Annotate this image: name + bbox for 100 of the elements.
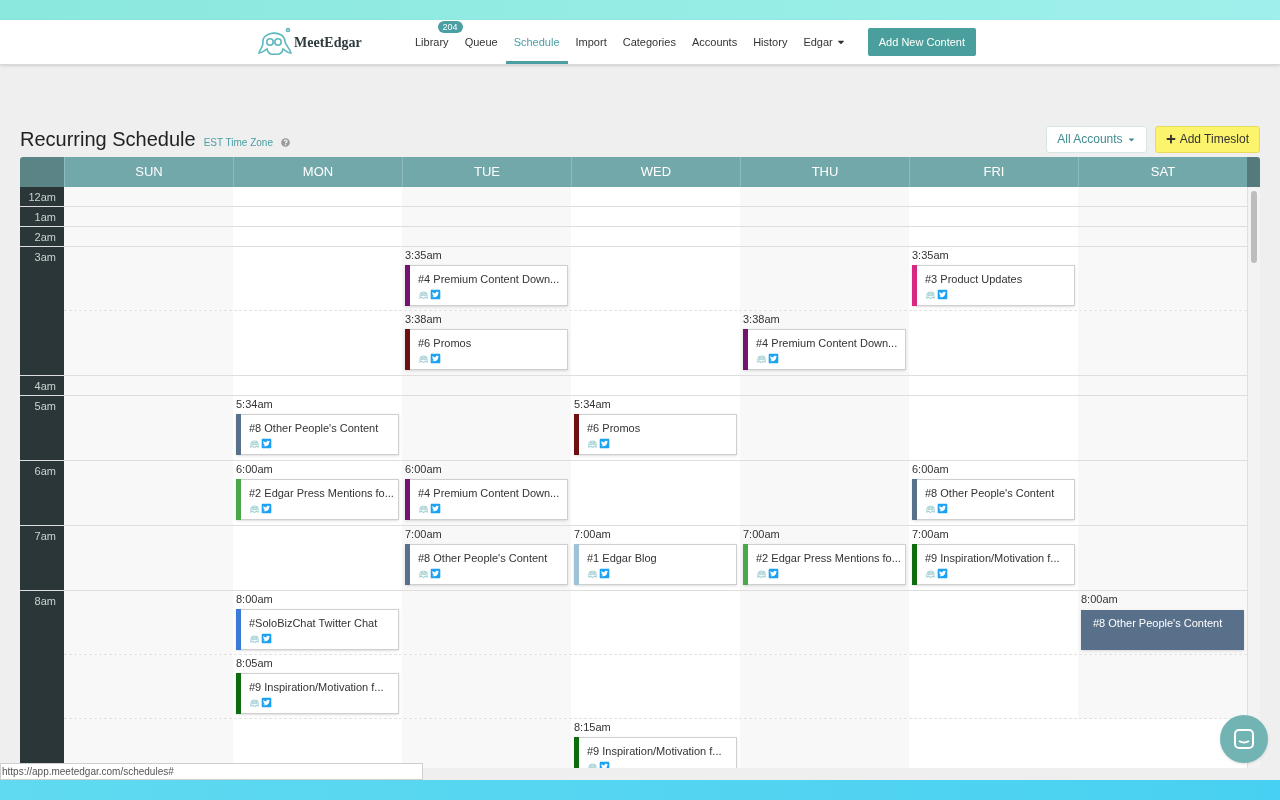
time-slot-cell[interactable] xyxy=(64,526,233,590)
time-slot-cell[interactable] xyxy=(740,719,909,768)
post-time: 6:00am xyxy=(235,462,274,476)
post-card[interactable]: #3 Product Updates xyxy=(912,265,1075,306)
time-slot-cell[interactable] xyxy=(740,655,909,718)
post-card[interactable]: #6 Promos xyxy=(405,329,568,370)
time-slot-cell[interactable] xyxy=(64,247,233,310)
twitter-icon xyxy=(768,568,779,579)
post-title: #4 Premium Content Down... xyxy=(418,272,561,286)
time-slot-cell[interactable]: 7:00am #8 Other People's Content xyxy=(402,526,571,590)
hour-label: 12am xyxy=(20,187,64,206)
time-slot-cell[interactable]: 3:35am #4 Premium Content Down... xyxy=(402,247,571,310)
time-slot-cell[interactable] xyxy=(1078,311,1247,375)
nav-link[interactable]: Import xyxy=(575,35,607,49)
post-time: 7:00am xyxy=(911,527,950,541)
account-menu[interactable]: Edgar xyxy=(803,35,846,49)
time-slot-cell[interactable] xyxy=(64,376,233,395)
nav-link[interactable]: History xyxy=(753,35,788,49)
time-slot-cell[interactable] xyxy=(402,207,571,226)
time-slot-cell[interactable] xyxy=(402,376,571,395)
time-slot-cell[interactable] xyxy=(1078,655,1247,718)
time-slot-cell[interactable] xyxy=(740,396,909,460)
time-slot-cell[interactable] xyxy=(402,227,571,246)
post-card[interactable]: #9 Inspiration/Motivation f... xyxy=(574,737,737,768)
post-card[interactable]: #8 Other People's Content xyxy=(236,414,399,455)
nav-link[interactable]: Queue xyxy=(464,35,498,49)
post-card[interactable]: #4 Premium Content Down... xyxy=(405,265,568,306)
time-slot-cell[interactable] xyxy=(740,376,909,395)
nav-link[interactable]: Accounts xyxy=(691,35,738,49)
post-card[interactable]: #9 Inspiration/Motivation f... xyxy=(912,544,1075,585)
time-slot-cell[interactable] xyxy=(64,655,233,718)
time-slot-cell[interactable] xyxy=(740,461,909,525)
time-slot-cell[interactable] xyxy=(1078,207,1247,226)
octopus-icon xyxy=(418,503,429,514)
twitter-icon xyxy=(430,568,441,579)
count-badge: 204 xyxy=(437,21,463,33)
post-time: 6:00am xyxy=(911,462,950,476)
scrollbar-header xyxy=(1247,157,1260,187)
octopus-icon xyxy=(249,438,260,449)
post-time: 7:00am xyxy=(742,527,781,541)
time-slot-cell[interactable] xyxy=(1078,526,1247,590)
time-slot-cell[interactable] xyxy=(740,187,909,206)
time-slot-cell[interactable] xyxy=(64,591,233,654)
post-card[interactable]: #4 Premium Content Down... xyxy=(405,479,568,520)
time-slot-cell[interactable] xyxy=(1078,227,1247,246)
time-slot-cell[interactable] xyxy=(740,227,909,246)
time-slot-cell[interactable] xyxy=(402,655,571,718)
post-title: #8 Other People's Content xyxy=(418,551,549,565)
time-slot-cell[interactable] xyxy=(64,227,233,246)
time-slot-cell[interactable] xyxy=(402,591,571,654)
time-slot-cell[interactable] xyxy=(1078,376,1247,395)
time-slot-cell[interactable] xyxy=(64,207,233,226)
octopus-icon xyxy=(756,353,767,364)
time-slot-cell[interactable] xyxy=(1078,187,1247,206)
time-slot-cell[interactable] xyxy=(402,396,571,460)
time-slot-cell[interactable] xyxy=(740,247,909,310)
time-slot-cell[interactable]: 8:00am #8 Other People's Content xyxy=(1078,591,1247,654)
accounts-dropdown[interactable]: All Accounts xyxy=(1046,125,1147,153)
time-slot-cell[interactable]: 3:38am #6 Promos xyxy=(402,311,571,375)
post-card[interactable]: #8 Other People's Content xyxy=(405,544,568,585)
day-header: SAT xyxy=(1078,157,1247,187)
post-title: #9 Inspiration/Motivation f... xyxy=(249,680,385,694)
help-icon[interactable] xyxy=(280,137,290,147)
time-slot-cell[interactable] xyxy=(1078,396,1247,460)
time-slot-cell[interactable] xyxy=(740,591,909,654)
post-card[interactable]: #6 Promos xyxy=(574,414,737,455)
twitter-icon xyxy=(937,289,948,300)
time-slot-cell[interactable] xyxy=(64,396,233,460)
post-time: 8:15am xyxy=(573,720,612,734)
time-slot-cell[interactable] xyxy=(1078,461,1247,525)
post-card[interactable]: #2 Edgar Press Mentions fo... xyxy=(236,479,399,520)
nav-link[interactable]: Categories xyxy=(622,35,676,49)
post-card[interactable]: #9 Inspiration/Motivation f... xyxy=(236,673,399,714)
post-time: 7:00am xyxy=(404,527,443,541)
post-card[interactable]: #8 Other People's Content xyxy=(912,479,1075,520)
time-slot-cell[interactable] xyxy=(64,461,233,525)
time-slot-cell[interactable] xyxy=(64,187,233,206)
post-card[interactable]: #4 Premium Content Down... xyxy=(743,329,906,370)
plus-icon xyxy=(1165,134,1176,144)
add-timeslot-button[interactable]: Add Timeslot xyxy=(1154,125,1260,153)
post-card[interactable]: #2 Edgar Press Mentions fo... xyxy=(743,544,906,585)
octopus-icon xyxy=(418,568,429,579)
day-header: SUN xyxy=(64,157,233,187)
time-slot-cell[interactable] xyxy=(402,719,571,768)
time-slot-cell[interactable]: 7:00am #2 Edgar Press Mentions fo... xyxy=(740,526,909,590)
post-card[interactable]: #8 Other People's Content xyxy=(1081,610,1244,650)
twitter-icon xyxy=(599,438,610,449)
post-time: 3:38am xyxy=(404,312,443,326)
post-card[interactable]: #SoloBizChat Twitter Chat xyxy=(236,609,399,650)
post-title: #2 Edgar Press Mentions fo... xyxy=(756,551,902,565)
octopus-icon xyxy=(925,289,936,300)
nav-link[interactable]: Library xyxy=(415,35,449,49)
time-slot-cell[interactable] xyxy=(402,187,571,206)
time-slot-cell[interactable]: 3:38am #4 Premium Content Down... xyxy=(740,311,909,375)
time-slot-cell[interactable] xyxy=(740,207,909,226)
post-card[interactable]: #1 Edgar Blog xyxy=(574,544,737,585)
time-slot-cell[interactable]: 6:00am #4 Premium Content Down... xyxy=(402,461,571,525)
time-slot-cell[interactable] xyxy=(1078,247,1247,310)
time-slot-cell[interactable] xyxy=(64,311,233,375)
scrollbar[interactable] xyxy=(1247,187,1260,768)
